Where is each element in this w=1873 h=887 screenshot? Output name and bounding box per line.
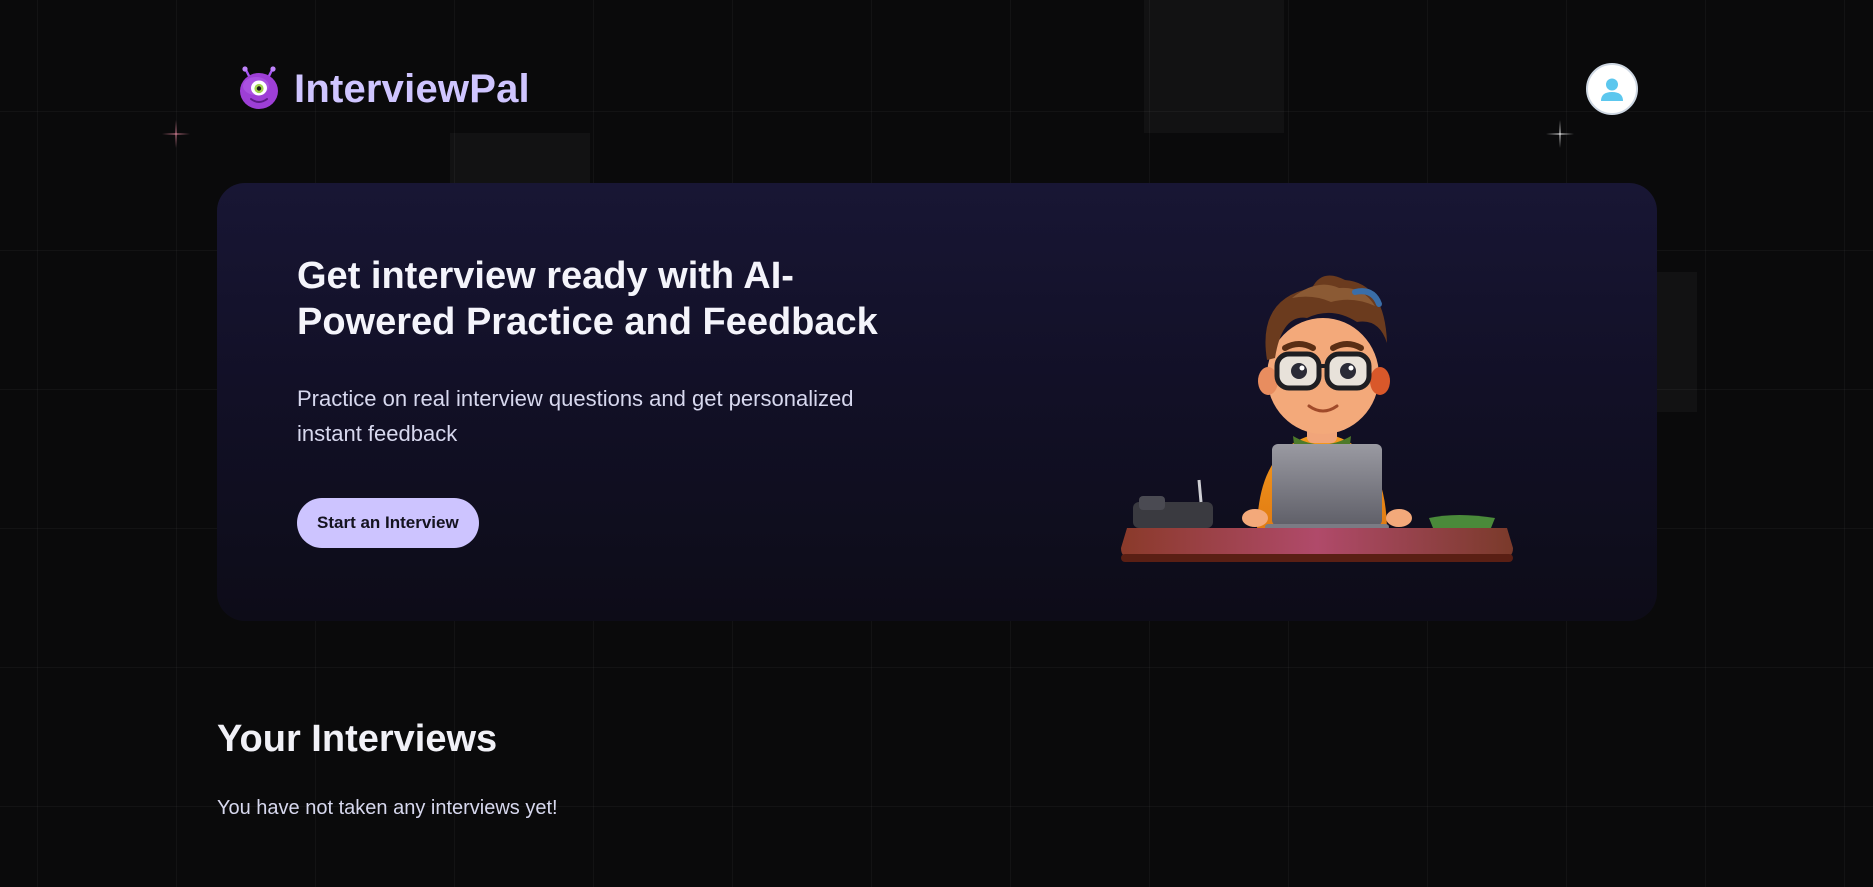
- sparkle-icon: [162, 120, 190, 148]
- user-avatar-icon: [1601, 78, 1623, 101]
- alien-mascot-icon: [240, 66, 278, 109]
- your-interviews-title: Your Interviews: [217, 718, 498, 760]
- hero-card: Get interview ready with AI-Powered Prac…: [217, 183, 1657, 621]
- start-interview-button[interactable]: Start an Interview: [297, 498, 479, 548]
- background-tile: [450, 133, 590, 183]
- sparkle-icon: [1546, 120, 1574, 148]
- hero-subtitle: Practice on real interview questions and…: [297, 386, 854, 446]
- hero-title: Get interview ready with AI-Powered Prac…: [297, 255, 878, 343]
- profile-avatar-button[interactable]: [1586, 63, 1638, 115]
- page: InterviewPal Get interview ready with AI…: [0, 0, 1873, 887]
- brand[interactable]: InterviewPal: [236, 66, 530, 112]
- developer-at-laptop-illustration: [1121, 275, 1513, 562]
- brand-name: InterviewPal: [294, 66, 530, 111]
- hero-text: Get interview ready with AI-Powered Prac…: [297, 253, 937, 451]
- background-tile: [1657, 272, 1697, 412]
- empty-state-message: You have not taken any interviews yet!: [217, 797, 558, 819]
- navbar: InterviewPal: [236, 62, 1638, 116]
